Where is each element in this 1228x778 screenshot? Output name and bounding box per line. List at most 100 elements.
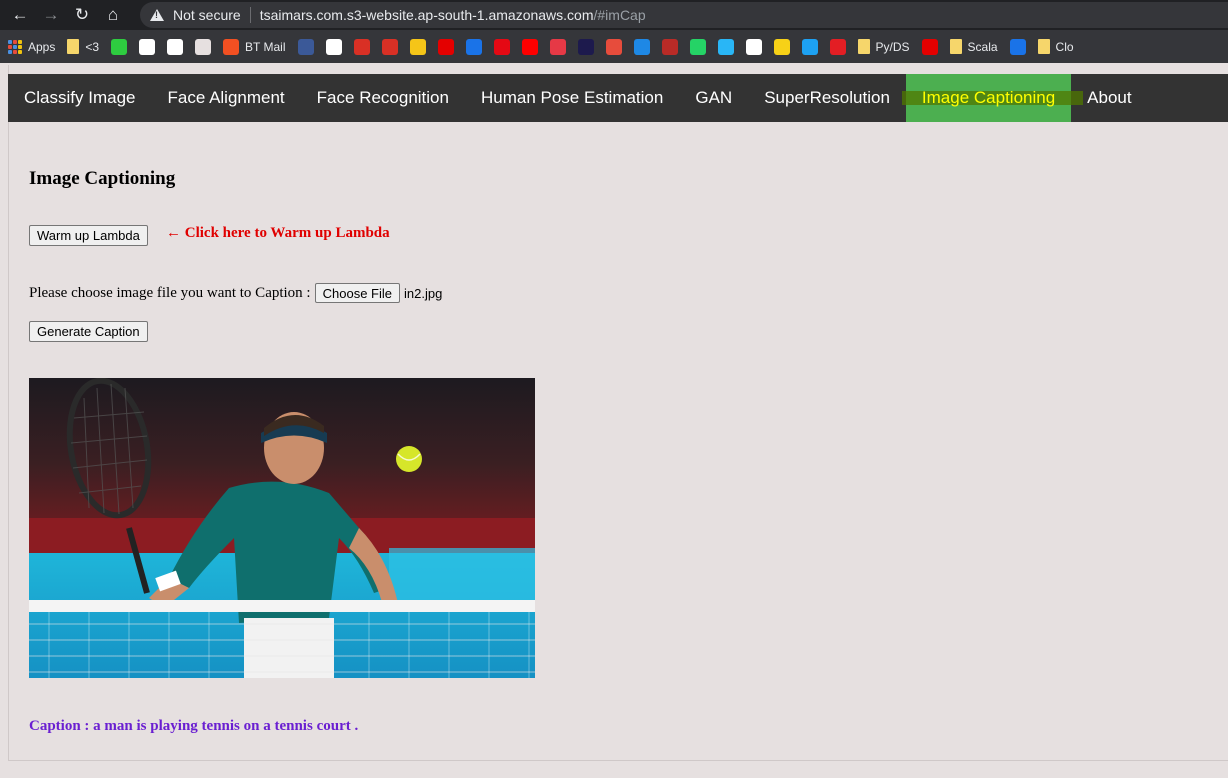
nav-item-superresolution[interactable]: SuperResolution — [748, 74, 906, 122]
nav-item-label: About — [1087, 88, 1132, 107]
bookmark-item[interactable] — [353, 38, 370, 55]
code-icon — [111, 38, 128, 55]
uploaded-image — [29, 378, 535, 678]
folder-icon — [1037, 39, 1050, 54]
bookmark-item[interactable] — [633, 38, 650, 55]
bookmark-item[interactable]: Scala — [949, 39, 998, 54]
gmail-icon — [353, 38, 370, 55]
bookmark-item[interactable] — [921, 38, 938, 55]
airtel-icon — [437, 38, 454, 55]
page-title: Image Captioning — [29, 168, 176, 189]
twitter-icon — [801, 38, 818, 55]
bookmark-item[interactable]: Py/DS — [857, 39, 910, 54]
dh-icon — [577, 38, 594, 55]
bookmark-item[interactable]: <3 — [67, 39, 99, 54]
choose-file-button[interactable]: Choose File — [314, 283, 400, 303]
warm-up-hint: ← Click here to Warm up Lambda — [166, 225, 390, 241]
nav-item-label: GAN — [695, 88, 733, 107]
security-label: Not secure — [173, 7, 241, 23]
bookmark-label: Apps — [28, 39, 56, 54]
folder-icon — [949, 39, 962, 54]
url-separator — [249, 7, 251, 23]
bookmarks-bar: Apps <3 BT Mail Py/DS Scala Clo — [0, 30, 1228, 63]
bookmark-item[interactable] — [167, 38, 184, 55]
url-host: tsaimars.com.s3-website.ap-south-1.amazo… — [259, 7, 594, 23]
facebook-icon — [297, 38, 314, 55]
bookmark-item[interactable] — [521, 38, 538, 55]
reload-icon[interactable]: ↻ — [71, 4, 93, 26]
nav-menu: Classify Image Face Alignment Face Recogni… — [8, 74, 1228, 122]
generate-caption-button[interactable]: Generate Caption — [29, 321, 148, 342]
link-icon — [549, 38, 566, 55]
bookmark-item[interactable]: Apps — [8, 39, 56, 54]
tennis-player-image — [29, 378, 535, 678]
gmail-alt-icon — [381, 38, 398, 55]
nav-item-label: Classify Image — [24, 88, 136, 107]
bookmark-item[interactable] — [381, 38, 398, 55]
bookmark-item[interactable] — [297, 38, 314, 55]
bookmark-item[interactable] — [745, 38, 762, 55]
bookmark-item[interactable] — [605, 38, 622, 55]
bookmark-item[interactable] — [829, 38, 846, 55]
bookmark-label: Clo — [1055, 39, 1074, 54]
netflix-icon — [493, 38, 510, 55]
back-arrow-icon[interactable]: ← — [9, 4, 31, 26]
bookmark-item[interactable] — [437, 38, 454, 55]
bookmark-label: BT Mail — [245, 39, 286, 54]
nav-item-label: Face Recognition — [316, 88, 449, 107]
nav-item-label: SuperResolution — [764, 88, 890, 107]
nav-item-image-captioning[interactable]: Image Captioning — [901, 74, 1084, 122]
bookmark-item[interactable] — [493, 38, 510, 55]
bookmark-item[interactable] — [1009, 38, 1026, 55]
nav-item-human-pose-estimation[interactable]: Human Pose Estimation — [465, 74, 679, 122]
bookmark-item[interactable]: Clo — [1037, 39, 1074, 54]
quora-icon — [661, 38, 678, 55]
file-name: in2.jpg — [403, 285, 443, 301]
warm-up-button[interactable]: Warm up Lambda — [29, 225, 148, 246]
address-bar[interactable]: Not secure tsaimars.com.s3-website.ap-so… — [140, 2, 1228, 28]
nav-item-face-recognition[interactable]: Face Recognition — [301, 74, 465, 122]
play-icon — [465, 38, 482, 55]
bookmark-label: Scala — [967, 39, 998, 54]
nav-item-gan[interactable]: GAN — [679, 74, 748, 122]
bookmark-label: <3 — [85, 39, 100, 54]
choose-file-label: Please choose image file you want to Cap… — [29, 284, 311, 301]
bookmark-item[interactable] — [465, 38, 482, 55]
es-icon — [829, 38, 846, 55]
file-chooser-row: Please choose image file you want to Cap… — [29, 283, 442, 303]
bookmark-item[interactable] — [139, 38, 156, 55]
globe-icon — [139, 38, 156, 55]
nav-item-classify-image[interactable]: Classify Image — [8, 74, 151, 122]
bookmark-item[interactable] — [773, 38, 790, 55]
bookmark-item[interactable] — [325, 38, 342, 55]
warning-icon — [150, 9, 164, 21]
bookmark-item[interactable] — [717, 38, 734, 55]
browser-toolbar: ← → ↻ ⌂ Not secure tsaimars.com.s3-websi… — [0, 0, 1228, 30]
folder-icon — [857, 39, 870, 54]
bookmark-item[interactable] — [409, 38, 426, 55]
wikipedia-icon — [167, 38, 184, 55]
bookmark-item[interactable] — [689, 38, 706, 55]
airtel-icon — [921, 38, 938, 55]
bookmark-item[interactable] — [111, 38, 128, 55]
ntp-icon — [633, 38, 650, 55]
nav-item-label: Human Pose Estimation — [480, 88, 664, 107]
bookmark-item[interactable] — [577, 38, 594, 55]
amazon-icon — [745, 38, 762, 55]
youtube-icon — [521, 38, 538, 55]
colab-icon — [1009, 38, 1026, 55]
imdb-icon — [409, 38, 426, 55]
google-icon — [325, 38, 342, 55]
forward-arrow-icon[interactable]: → — [40, 4, 62, 26]
home-icon[interactable]: ⌂ — [102, 4, 124, 26]
url-hash: /#imCap — [593, 7, 646, 23]
caption-output: Caption : a man is playing tennis on a t… — [29, 718, 359, 734]
bookmark-item[interactable] — [661, 38, 678, 55]
bookmark-item[interactable]: BT Mail — [223, 38, 286, 55]
bookmark-item[interactable] — [195, 38, 212, 55]
nav-item-face-alignment[interactable]: Face Alignment — [151, 74, 300, 122]
circle-icon — [717, 38, 734, 55]
flipkart-icon — [773, 38, 790, 55]
bookmark-item[interactable] — [549, 38, 566, 55]
bookmark-item[interactable] — [801, 38, 818, 55]
